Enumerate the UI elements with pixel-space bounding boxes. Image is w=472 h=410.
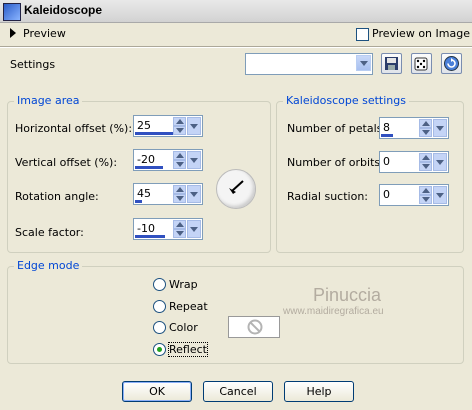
cancel-button[interactable]: Cancel: [203, 381, 273, 402]
spin-up-icon[interactable]: [173, 151, 186, 160]
settings-dropdown[interactable]: [245, 53, 373, 75]
spin-up-icon[interactable]: [419, 186, 432, 195]
edge-mode-wrap-radio[interactable]: [153, 278, 166, 291]
title-bar: Kaleidoscope: [0, 0, 472, 23]
radial-suction-label: Radial suction:: [287, 190, 369, 203]
scale-factor-bar: [135, 235, 165, 238]
spin-up-icon[interactable]: [419, 153, 432, 162]
image-area-title: Image area: [14, 94, 83, 107]
spin-up-icon[interactable]: [173, 185, 186, 194]
spin-up-icon[interactable]: [173, 220, 186, 229]
edge-mode-group: Edge mode: [7, 259, 464, 364]
spin-dropdown-icon[interactable]: [187, 220, 201, 238]
number-of-petals-bar: [381, 134, 393, 137]
spin-dropdown-icon[interactable]: [187, 185, 201, 203]
rotation-angle-label: Rotation angle:: [15, 190, 99, 203]
vertical-offset-label: Vertical offset (%):: [15, 156, 118, 169]
edge-mode-wrap-label[interactable]: Wrap: [169, 278, 198, 291]
scale-factor-label: Scale factor:: [15, 226, 84, 239]
spin-down-icon[interactable]: [419, 128, 432, 137]
spin-down-icon[interactable]: [173, 194, 186, 203]
rotation-angle-bar: [135, 200, 142, 203]
spin-down-icon[interactable]: [173, 160, 186, 169]
horizontal-offset-value[interactable]: 25: [137, 119, 151, 132]
spin-down-icon[interactable]: [419, 195, 432, 204]
spin-dropdown-icon[interactable]: [187, 117, 201, 135]
save-settings-button[interactable]: [381, 53, 402, 74]
number-of-orbits-value[interactable]: 0: [383, 155, 390, 168]
rotation-angle-value[interactable]: 45: [137, 187, 151, 200]
edge-mode-repeat-radio[interactable]: [153, 300, 166, 313]
spin-dropdown-icon[interactable]: [433, 186, 447, 204]
edge-mode-reflect-radio[interactable]: [153, 343, 166, 356]
preview-label[interactable]: Preview: [23, 27, 66, 40]
edge-mode-color-label[interactable]: Color: [169, 321, 198, 334]
horizontal-offset-spinner[interactable]: 25: [133, 115, 203, 137]
spin-down-icon[interactable]: [173, 229, 186, 238]
ok-button[interactable]: OK: [122, 381, 192, 402]
edge-mode-color-radio[interactable]: [153, 321, 166, 334]
dial-arrow-icon: [229, 180, 244, 194]
edge-color-swatch[interactable]: [228, 316, 280, 338]
number-of-petals-spinner[interactable]: 8: [379, 117, 449, 139]
dice-icon: [414, 57, 428, 71]
number-of-orbits-spinner[interactable]: 0: [379, 151, 449, 173]
window-title: Kaleidoscope: [24, 3, 103, 17]
vertical-offset-bar: [135, 166, 163, 169]
help-button[interactable]: Help: [284, 381, 354, 402]
spin-dropdown-icon[interactable]: [433, 153, 447, 171]
horizontal-offset-label: Horizontal offset (%):: [15, 122, 133, 135]
rotation-angle-spinner[interactable]: 45: [133, 183, 203, 205]
radial-suction-spinner[interactable]: 0: [379, 184, 449, 206]
spin-down-icon[interactable]: [419, 162, 432, 171]
number-of-petals-value[interactable]: 8: [383, 121, 390, 134]
number-of-petals-label: Number of petals:: [287, 122, 387, 135]
horizontal-offset-bar: [135, 132, 177, 135]
divider: [0, 46, 472, 48]
scale-factor-value[interactable]: -10: [137, 222, 155, 235]
preview-row: Preview Preview on Image: [0, 23, 472, 45]
spin-up-icon[interactable]: [419, 119, 432, 128]
expand-preview-icon[interactable]: [10, 28, 16, 38]
no-color-icon: [247, 319, 263, 335]
number-of-orbits-label: Number of orbits:: [287, 156, 384, 169]
settings-label: Settings: [10, 58, 56, 71]
kaleidoscope-settings-title: Kaleidoscope settings: [283, 94, 409, 107]
reset-icon: [444, 56, 459, 71]
watermark-name: Pinuccia: [313, 285, 382, 305]
preview-on-image-label[interactable]: Preview on Image: [372, 27, 470, 40]
reset-button[interactable]: [441, 53, 462, 74]
spin-up-icon[interactable]: [173, 117, 186, 126]
preview-on-image-checkbox[interactable]: [356, 28, 369, 41]
edge-mode-title: Edge mode: [14, 259, 83, 272]
watermark-url: www.maidiregrafica.eu: [283, 306, 384, 317]
scale-factor-spinner[interactable]: -10: [133, 218, 203, 240]
spin-dropdown-icon[interactable]: [187, 151, 201, 169]
randomize-button[interactable]: [411, 53, 432, 74]
settings-dropdown-arrow[interactable]: [356, 55, 371, 71]
save-icon: [385, 57, 398, 70]
spin-down-icon[interactable]: [173, 126, 186, 135]
edge-mode-repeat-label[interactable]: Repeat: [169, 300, 208, 313]
app-icon: [3, 3, 21, 21]
vertical-offset-spinner[interactable]: -20: [133, 149, 203, 171]
edge-mode-reflect-label[interactable]: Reflect: [168, 342, 208, 357]
spin-dropdown-icon[interactable]: [433, 119, 447, 137]
radial-suction-value[interactable]: 0: [383, 188, 390, 201]
rotation-dial[interactable]: [216, 169, 256, 209]
vertical-offset-value[interactable]: -20: [137, 153, 155, 166]
